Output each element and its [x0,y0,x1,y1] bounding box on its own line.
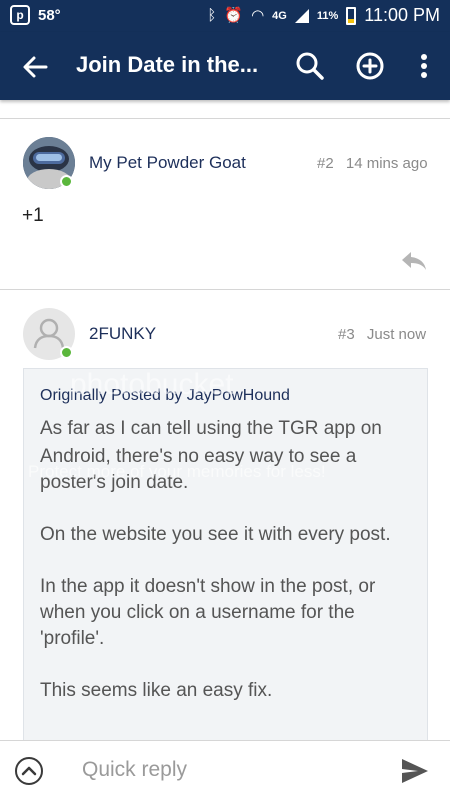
expand-up-icon[interactable] [14,756,44,786]
more-vert-icon[interactable] [408,50,440,82]
battery-icon [346,6,357,25]
app-notification-icon: p [10,5,30,25]
search-icon[interactable] [294,50,326,82]
quick-reply-input[interactable]: Quick reply [82,758,187,782]
post-username[interactable]: My Pet Powder Goat [89,153,246,173]
online-status-dot [60,175,73,188]
app-bar: Join Date in the... [0,32,450,100]
back-arrow-icon[interactable] [18,50,52,84]
battery-percent: 11% [316,9,339,22]
page-title: Join Date in the... [76,52,259,77]
wifi-icon: ◠ [251,6,265,24]
alarm-icon: ⏰ [224,6,244,24]
network-type: 4G [272,9,287,22]
quote-line: In the app it doesn't show in the post, … [40,576,376,597]
quote-line: poster's join date. [40,472,189,493]
quote-line: As far as I can tell using the TGR app o… [40,418,382,439]
quote-line: On the website you see it with every pos… [40,524,391,545]
post-body: +1 [22,205,44,226]
divider [0,118,450,119]
quote-line: when you click on a username for the [40,602,355,623]
post-number[interactable]: #3 [338,326,355,343]
post-meta: #3 Just now [338,326,426,343]
post-time: 14 mins ago [345,155,428,172]
post-meta: #2 14 mins ago [317,155,428,172]
post-username[interactable]: 2FUNKY [89,324,156,344]
clock: 11:00 PM [364,5,440,25]
bluetooth-icon: ᛒ [207,6,217,24]
quote-line: Android, there's no easy way to see a [40,446,357,467]
status-bar: p 58° ᛒ ⏰ ◠ 4G 11% 11:00 PM [0,0,450,32]
temperature: 58° [38,6,61,24]
quote-header: Originally Posted by JayPowHound [40,387,290,404]
post-number[interactable]: #2 [317,155,334,172]
quote-block: Originally Posted by JayPowHound As far … [23,368,428,748]
post-time: Just now [366,326,427,343]
signal-icon [294,8,309,23]
divider [0,289,450,290]
add-circle-icon[interactable] [354,50,386,82]
quote-line: This seems like an easy fix. [40,680,273,701]
reply-icon[interactable] [400,250,428,272]
online-status-dot [60,346,73,359]
send-icon[interactable] [400,757,430,785]
quick-reply-bar: Quick reply [0,740,450,800]
quote-line: 'profile'. [40,628,105,649]
